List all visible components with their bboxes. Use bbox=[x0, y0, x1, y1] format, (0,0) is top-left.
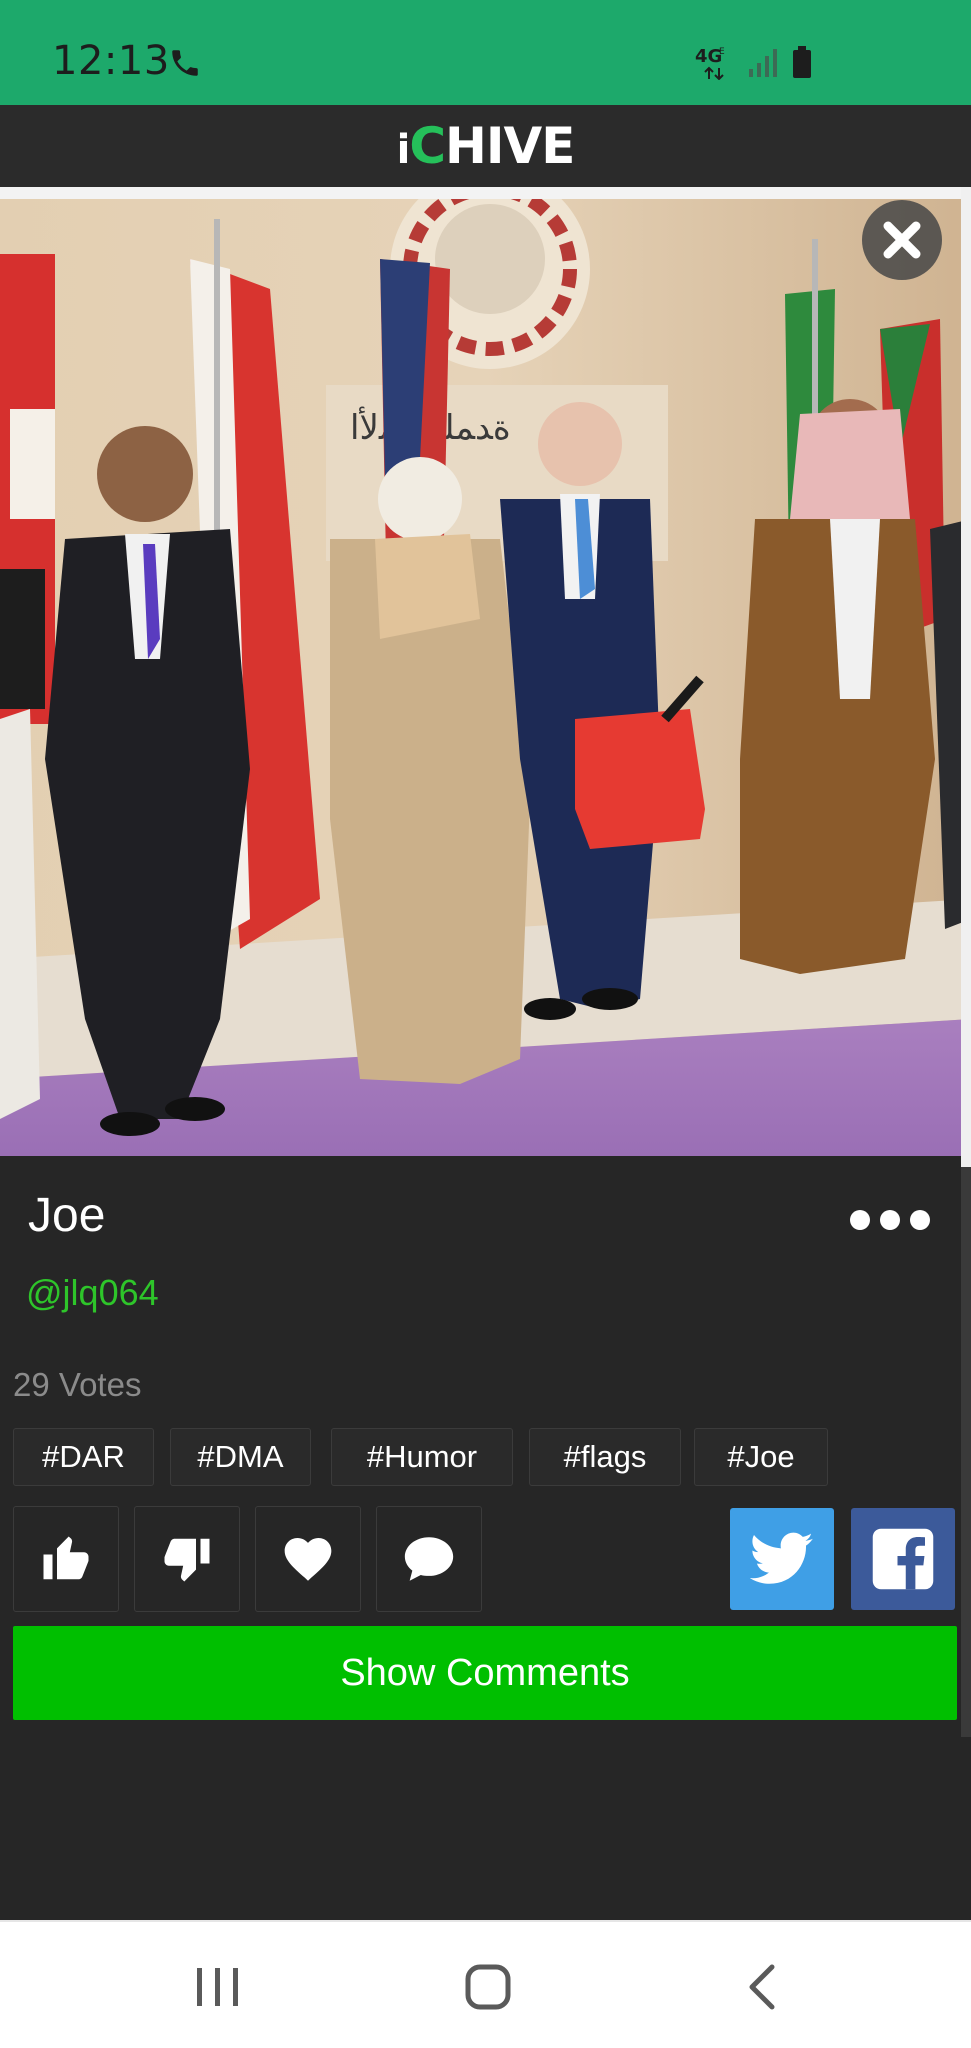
post-username[interactable]: @jlq064 bbox=[26, 1272, 159, 1314]
thumbs-down-icon bbox=[164, 1538, 210, 1582]
tag-humor[interactable]: #Humor bbox=[331, 1428, 513, 1486]
app-header: iCHIVE bbox=[0, 105, 971, 187]
more-dot bbox=[880, 1210, 900, 1230]
twitter-icon bbox=[750, 1532, 813, 1584]
share-facebook-button[interactable] bbox=[851, 1508, 955, 1610]
phone-call-icon bbox=[172, 50, 198, 76]
thumbs-up-icon bbox=[43, 1536, 89, 1580]
tag-flags[interactable]: #flags bbox=[529, 1428, 681, 1486]
back-icon bbox=[749, 1964, 775, 2010]
signal-icon bbox=[749, 49, 777, 77]
more-dot bbox=[910, 1210, 930, 1230]
status-icons: 4G E bbox=[695, 44, 813, 80]
facebook-icon bbox=[872, 1528, 934, 1590]
status-bar: 12:13 4G E bbox=[0, 0, 971, 105]
downvote-button[interactable] bbox=[134, 1506, 240, 1612]
network-4g-icon: 4G E bbox=[695, 46, 725, 80]
ichive-logo[interactable]: iCHIVE bbox=[0, 117, 971, 175]
upvote-button[interactable] bbox=[13, 1506, 119, 1612]
more-options-button[interactable] bbox=[850, 1200, 930, 1240]
home-button[interactable] bbox=[438, 1952, 538, 2022]
recent-apps-button[interactable] bbox=[168, 1952, 268, 2022]
battery-icon bbox=[793, 46, 811, 78]
photo-illustration: ﺓﺪﻤﻠﻟ ﻦﻣﻷﺍ bbox=[0, 199, 971, 1156]
close-button[interactable] bbox=[862, 200, 942, 280]
system-nav-bar bbox=[0, 1920, 971, 2048]
back-button[interactable] bbox=[712, 1952, 812, 2022]
vote-count: 29 Votes bbox=[13, 1366, 142, 1403]
scrollbar-thumb[interactable] bbox=[961, 187, 971, 1167]
tag-joe[interactable]: #Joe bbox=[694, 1428, 828, 1486]
comment-icon bbox=[404, 1537, 454, 1581]
recent-apps-icon bbox=[197, 1968, 238, 2006]
tag-dma[interactable]: #DMA bbox=[170, 1428, 311, 1486]
show-comments-button[interactable]: Show Comments bbox=[13, 1626, 957, 1720]
post-title: Joe bbox=[28, 1189, 106, 1242]
status-time: 12:13 bbox=[52, 38, 170, 84]
svg-text:E: E bbox=[719, 47, 725, 57]
close-icon bbox=[883, 221, 921, 259]
favorite-button[interactable] bbox=[255, 1506, 361, 1612]
heart-icon bbox=[284, 1538, 332, 1581]
comment-button[interactable] bbox=[376, 1506, 482, 1612]
home-icon bbox=[465, 1964, 511, 2010]
header-divider bbox=[0, 187, 971, 199]
tag-dar[interactable]: #DAR bbox=[13, 1428, 154, 1486]
share-twitter-button[interactable] bbox=[730, 1508, 834, 1610]
post-photo[interactable]: ﺓﺪﻤﻠﻟ ﻦﻣﻷﺍ bbox=[0, 199, 971, 1156]
more-dot bbox=[850, 1210, 870, 1230]
